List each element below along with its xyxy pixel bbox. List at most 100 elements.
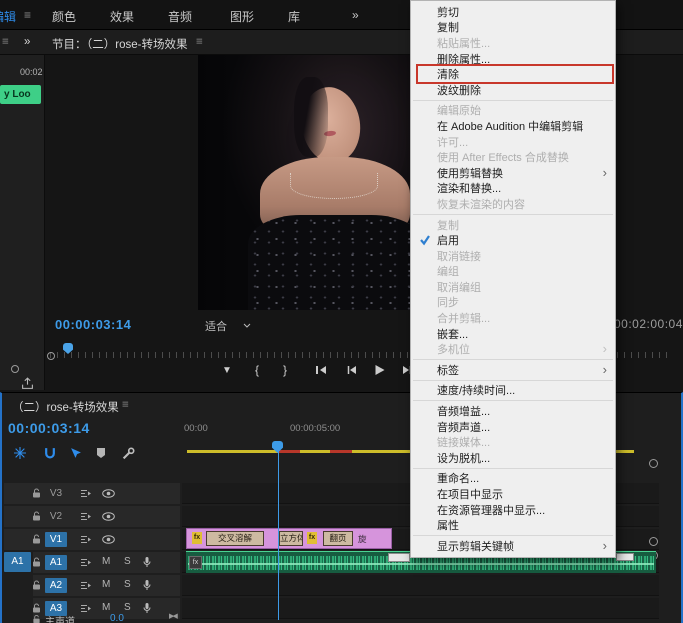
export-icon[interactable] [21, 377, 34, 390]
timeline-timecode[interactable]: 00:00:03:14 [8, 420, 90, 436]
lock-icon[interactable] [32, 534, 41, 545]
menu-item-nest[interactable]: 嵌套... [411, 326, 615, 342]
keyframe-ring-icon[interactable] [649, 459, 658, 468]
source-patch-icon[interactable] [80, 604, 92, 613]
source-patch-icon[interactable] [80, 581, 92, 590]
left-panel-menu-icon[interactable]: ≡ [2, 36, 9, 48]
source-patch-icon[interactable] [80, 512, 92, 521]
lock-icon[interactable] [32, 615, 41, 623]
workspace-tab-edit[interactable]: 编辑 [0, 8, 20, 25]
master-gain-value[interactable]: 0.0 [110, 613, 124, 623]
workspace-tab-libraries[interactable]: 库 [288, 8, 300, 25]
menu-item-render-and-replace[interactable]: 渲染和替换... [411, 181, 615, 197]
menu-item-replace-with-clip[interactable]: 使用剪辑替换› [411, 165, 615, 181]
source-patch-icon[interactable] [80, 558, 92, 567]
play-button[interactable] [374, 364, 385, 376]
mic-icon[interactable] [143, 579, 151, 591]
menu-item-replace-with-ae-comp[interactable]: 使用 After Effects 合成替换 [411, 149, 615, 165]
settings-ring-icon[interactable] [11, 365, 19, 373]
menu-item-edit-in-audition[interactable]: 在 Adobe Audition 中编辑剪辑 [411, 118, 615, 134]
track-lane-a3[interactable] [182, 598, 659, 619]
menu-item-edit-original[interactable]: 编辑原始 [411, 103, 615, 119]
menu-item-speed-duration[interactable]: 速度/持续时间... [411, 383, 615, 399]
left-panel-overflow-icon[interactable]: » [24, 36, 30, 48]
menu-item-audio-gain[interactable]: 音频增益... [411, 403, 615, 419]
lock-icon[interactable] [32, 511, 41, 522]
track-label-v1[interactable]: V1 [45, 532, 67, 547]
mute-button[interactable]: M [102, 602, 110, 613]
menu-item-group[interactable]: 编组 [411, 264, 615, 280]
lock-icon[interactable] [32, 603, 41, 614]
menu-item-license[interactable]: 许可... [411, 134, 615, 150]
left-panel-green-item[interactable]: y Loo [0, 85, 41, 104]
menu-item-unlink[interactable]: 取消链接 [411, 248, 615, 264]
overflow-icon[interactable]: » [352, 8, 359, 22]
menu-item-duplicate[interactable]: 复制 [411, 217, 615, 233]
mark-out-button[interactable]: } [283, 363, 287, 377]
bowtie-icon[interactable]: ▶◀ [169, 612, 176, 620]
workspace-tab-color[interactable]: 颜色 [52, 8, 76, 25]
program-monitor-tab[interactable]: 节目：（二）rose-转场效果 [52, 36, 187, 52]
transition-cross-dissolve[interactable]: 交叉溶解 [206, 531, 264, 546]
step-back-button[interactable] [346, 365, 357, 375]
add-marker-button[interactable]: ▼ [222, 365, 232, 376]
track-label-v2[interactable]: V2 [45, 509, 67, 524]
menu-item-ungroup[interactable]: 取消编组 [411, 279, 615, 295]
transition-page-peel[interactable]: 翻页 [323, 531, 353, 546]
linked-selection-icon[interactable] [70, 447, 82, 459]
workspace-tab-effects[interactable]: 效果 [110, 8, 134, 25]
track-lane-a2[interactable] [182, 575, 659, 596]
scrub-ring-icon[interactable] [47, 352, 55, 360]
menu-item-enable[interactable]: 启用 [411, 232, 615, 248]
lock-icon[interactable] [32, 557, 41, 568]
solo-button[interactable]: S [124, 556, 131, 567]
program-panel-menu-icon[interactable]: ≡ [196, 36, 203, 48]
fit-dropdown[interactable]: 适合 [205, 318, 227, 334]
menu-item-remove-attributes[interactable]: 删除属性... [411, 51, 615, 67]
mic-icon[interactable] [143, 556, 151, 568]
lock-icon[interactable] [32, 488, 41, 499]
timeline-marker-icon[interactable] [96, 447, 106, 459]
menu-item-clear[interactable]: 清除 [411, 66, 615, 82]
mic-icon[interactable] [143, 602, 151, 614]
menu-item-link-media[interactable]: 链接媒体... [411, 434, 615, 450]
program-video[interactable] [198, 55, 432, 310]
mark-in-button[interactable]: { [255, 363, 259, 377]
workspace-tab-graphics[interactable]: 图形 [230, 8, 254, 25]
menu-item-multi-camera[interactable]: 多机位› [411, 341, 615, 357]
menu-item-restore-unrendered[interactable]: 恢复未渲染的内容 [411, 196, 615, 212]
track-label-a1[interactable]: A1 [45, 555, 67, 570]
solo-button[interactable]: S [124, 579, 131, 590]
source-patch-icon[interactable] [80, 489, 92, 498]
chevron-down-icon[interactable] [243, 323, 251, 328]
transition-cube[interactable]: 立方体 [279, 531, 303, 546]
menu-item-show-clip-keyframes[interactable]: 显示剪辑关键帧› [411, 538, 615, 554]
video-clip[interactable]: fx 交叉溶解 立方体 fx 翻页 旋 [186, 528, 392, 549]
wrench-icon[interactable] [122, 447, 135, 460]
track-label-a2[interactable]: A2 [45, 578, 67, 593]
source-patch-icon[interactable] [80, 535, 92, 544]
menu-item-properties[interactable]: 属性 [411, 517, 615, 533]
menu-item-copy[interactable]: 复制 [411, 20, 615, 36]
eye-icon[interactable] [102, 512, 115, 521]
menu-item-reveal-in-explorer[interactable]: 在资源管理器中显示... [411, 502, 615, 518]
menu-item-audio-channels[interactable]: 音频声道... [411, 419, 615, 435]
mute-button[interactable]: M [102, 579, 110, 590]
solo-button[interactable]: S [124, 602, 131, 613]
mute-button[interactable]: M [102, 556, 110, 567]
track-label-v3[interactable]: V3 [45, 486, 67, 501]
timeline-tab[interactable]: （二）rose-转场效果 [12, 399, 119, 415]
menu-item-ripple-delete[interactable]: 波纹删除 [411, 82, 615, 98]
menu-item-rename[interactable]: 重命名... [411, 471, 615, 487]
menu-item-make-offline[interactable]: 设为脱机... [411, 450, 615, 466]
panel-menu-icon[interactable]: ≡ [24, 8, 31, 22]
magnet-icon[interactable] [44, 447, 56, 459]
menu-item-label[interactable]: 标签› [411, 362, 615, 378]
keyframe-ring-icon[interactable] [649, 537, 658, 546]
nest-toggle-icon[interactable] [14, 447, 26, 459]
eye-icon[interactable] [102, 489, 115, 498]
menu-item-cut[interactable]: 剪切 [411, 4, 615, 20]
source-patch-a1[interactable]: A1 [4, 552, 31, 572]
menu-item-reveal-in-project[interactable]: 在项目中显示 [411, 486, 615, 502]
go-to-in-button[interactable] [315, 365, 327, 375]
